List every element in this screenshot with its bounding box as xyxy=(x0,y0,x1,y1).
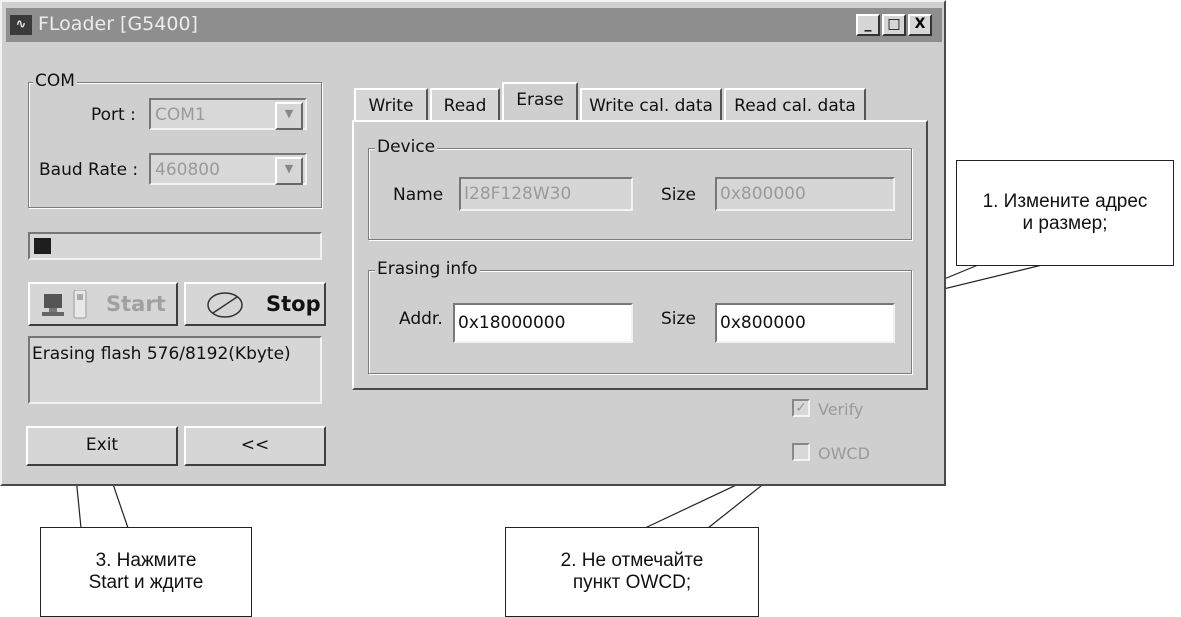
stop-button[interactable]: Stop xyxy=(184,282,326,326)
tab-read[interactable]: Read xyxy=(430,88,500,122)
tab-write[interactable]: Write xyxy=(354,88,428,122)
close-button[interactable]: X xyxy=(908,14,932,36)
chevron-down-icon[interactable]: ▼ xyxy=(275,157,303,185)
tab-write-cal-data[interactable]: Write cal. data xyxy=(580,88,722,122)
erasing-info-legend: Erasing info xyxy=(375,259,480,279)
callout-text: 2. Не отмечайте xyxy=(560,550,704,571)
erase-tab-panel: Device Name I28F128W30 Size 0x800000 Era… xyxy=(352,120,928,390)
progress-fill xyxy=(34,238,51,254)
status-text: Erasing flash 576/8192(Kbyte) xyxy=(32,344,291,364)
exit-button[interactable]: Exit xyxy=(26,426,178,466)
tab-erase[interactable]: Erase xyxy=(502,82,578,122)
callout-owcd: 2. Не отмечайте пункт OWCD; xyxy=(505,527,759,617)
stop-label: Stop xyxy=(266,292,321,316)
erase-size-label: Size xyxy=(661,309,696,329)
device-group: Device Name I28F128W30 Size 0x800000 xyxy=(368,137,912,240)
erase-addr-input[interactable]: 0x18000000 xyxy=(453,303,633,343)
floader-window: ∿ FLoader [G5400] _ □ X COM Port : COM1 … xyxy=(0,0,946,486)
erasing-info-group: Erasing info Addr. 0x18000000 Size 0x800… xyxy=(368,259,912,374)
maximize-button[interactable]: □ xyxy=(882,14,906,36)
start-label: Start xyxy=(106,292,166,316)
minimize-button[interactable]: _ xyxy=(856,14,880,36)
stop-icon xyxy=(207,292,243,318)
callout-change-address: 1. Измените адрес и размер; xyxy=(956,160,1174,266)
owcd-checkbox[interactable]: OWCD xyxy=(792,442,892,466)
status-box: Erasing flash 576/8192(Kbyte) xyxy=(28,336,322,404)
baud-rate-label: Baud Rate : xyxy=(39,160,139,180)
chevron-down-icon[interactable]: ▼ xyxy=(275,102,303,130)
app-icon: ∿ xyxy=(10,15,32,35)
computer-phone-icon xyxy=(42,290,87,319)
device-size-label: Size xyxy=(661,185,696,205)
title-bar[interactable]: ∿ FLoader [G5400] _ □ X xyxy=(6,8,942,42)
window-title: FLoader [G5400] xyxy=(38,13,198,35)
port-select[interactable]: COM1 ▼ xyxy=(149,98,307,130)
baud-rate-value: 460800 xyxy=(155,160,220,180)
verify-checkbox[interactable]: ✓ Verify xyxy=(792,398,892,422)
com-group: COM Port : COM1 ▼ Baud Rate : 460800 ▼ xyxy=(28,71,322,208)
baud-rate-select[interactable]: 460800 ▼ xyxy=(149,153,307,185)
device-name-label: Name xyxy=(393,185,444,205)
checkmark-icon[interactable]: ✓ xyxy=(792,399,810,417)
callout-text: 3. Нажмите xyxy=(95,550,197,571)
start-button[interactable]: Start xyxy=(28,282,178,326)
device-size-field: 0x800000 xyxy=(715,177,895,211)
callout-text: Start и ждите xyxy=(88,572,204,593)
callout-start: 3. Нажмите Start и ждите xyxy=(40,527,252,617)
erase-size-input[interactable]: 0x800000 xyxy=(715,303,895,343)
device-name-field: I28F128W30 xyxy=(459,177,633,211)
port-value: COM1 xyxy=(155,105,206,125)
progress-bar xyxy=(28,232,322,260)
device-legend: Device xyxy=(375,137,438,157)
com-legend: COM xyxy=(33,71,77,91)
tab-read-cal-data[interactable]: Read cal. data xyxy=(724,88,866,122)
erase-addr-label: Addr. xyxy=(399,309,443,329)
verify-label: Verify xyxy=(818,400,864,419)
port-label: Port : xyxy=(91,105,136,125)
callout-text: пункт OWCD; xyxy=(572,572,692,593)
callout-text: и размер; xyxy=(1022,213,1108,234)
callout-text: 1. Измените адрес xyxy=(982,191,1148,212)
owcd-label: OWCD xyxy=(818,444,870,463)
collapse-button[interactable]: << xyxy=(184,426,326,466)
checkbox-box[interactable] xyxy=(792,443,810,461)
